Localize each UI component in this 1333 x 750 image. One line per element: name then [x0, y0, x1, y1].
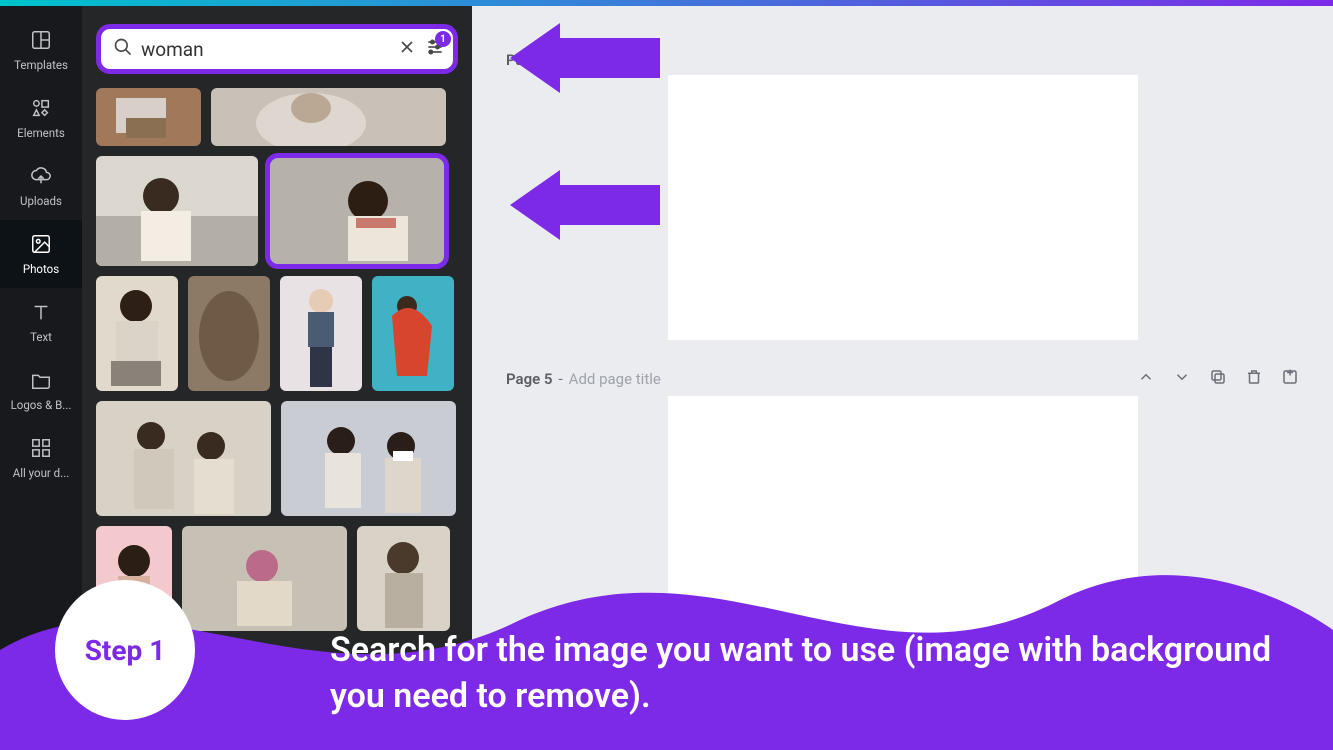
move-up-icon[interactable]	[1137, 368, 1155, 390]
photos-panel: 1	[82, 6, 472, 750]
filter-button[interactable]: 1	[425, 37, 445, 61]
page-title-sep: -	[559, 370, 563, 388]
photo-thumb[interactable]	[357, 526, 450, 631]
rail-elements[interactable]: Elements	[0, 84, 82, 152]
page-4-canvas[interactable]	[668, 75, 1138, 340]
duplicate-icon[interactable]	[1209, 368, 1227, 390]
photo-thumb[interactable]	[96, 156, 258, 266]
rail-label: All your d...	[4, 466, 78, 480]
search-input[interactable]	[141, 38, 389, 61]
uploads-icon	[29, 164, 53, 188]
rail-photos[interactable]: Photos	[0, 220, 82, 288]
grid-icon	[29, 436, 53, 460]
rail-text[interactable]: Text	[0, 288, 82, 356]
rail-label: Uploads	[4, 194, 78, 208]
move-down-icon[interactable]	[1173, 368, 1191, 390]
photo-thumb[interactable]	[182, 526, 347, 631]
photo-thumb[interactable]	[211, 88, 446, 146]
photo-thumb[interactable]	[96, 401, 271, 516]
rail-uploads[interactable]: Uploads	[0, 152, 82, 220]
rail-label: Elements	[4, 126, 78, 140]
editor-canvas: Page 4 Page 5 - Add page title	[472, 6, 1333, 750]
page-title-input[interactable]: Add page title	[569, 370, 661, 388]
photo-thumb[interactable]	[188, 276, 270, 391]
side-rail: Templates Elements Uploads Photos Text	[0, 6, 82, 750]
rail-templates[interactable]: Templates	[0, 16, 82, 84]
photo-thumb[interactable]	[281, 401, 456, 516]
search-icon	[113, 37, 133, 61]
rail-label: Templates	[4, 58, 78, 72]
page-5-canvas[interactable]	[668, 396, 1138, 661]
page-actions	[1137, 368, 1299, 390]
rail-label: Logos & B...	[4, 398, 78, 412]
page-label: Page 5	[506, 370, 553, 388]
annotation-arrow	[500, 165, 660, 249]
rail-all-designs[interactable]: All your d...	[0, 424, 82, 492]
photos-icon	[29, 232, 53, 256]
photo-thumb[interactable]	[96, 526, 172, 631]
folder-icon	[29, 368, 53, 392]
elements-icon	[29, 96, 53, 120]
photo-thumb[interactable]	[372, 276, 454, 391]
filter-badge: 1	[435, 31, 451, 47]
photo-thumb[interactable]	[280, 276, 362, 391]
photo-thumb[interactable]	[96, 276, 178, 391]
delete-icon[interactable]	[1245, 368, 1263, 390]
photo-thumb[interactable]	[96, 88, 201, 146]
photo-results	[96, 88, 458, 631]
rail-label: Text	[4, 330, 78, 344]
annotation-arrow	[500, 18, 660, 102]
templates-icon	[29, 28, 53, 52]
clear-icon[interactable]	[397, 37, 417, 61]
text-icon	[29, 300, 53, 324]
search-bar[interactable]: 1	[96, 24, 458, 74]
add-page-icon[interactable]	[1281, 368, 1299, 390]
rail-logos[interactable]: Logos & B...	[0, 356, 82, 424]
photo-thumb-selected[interactable]	[268, 156, 446, 266]
rail-label: Photos	[4, 262, 78, 276]
